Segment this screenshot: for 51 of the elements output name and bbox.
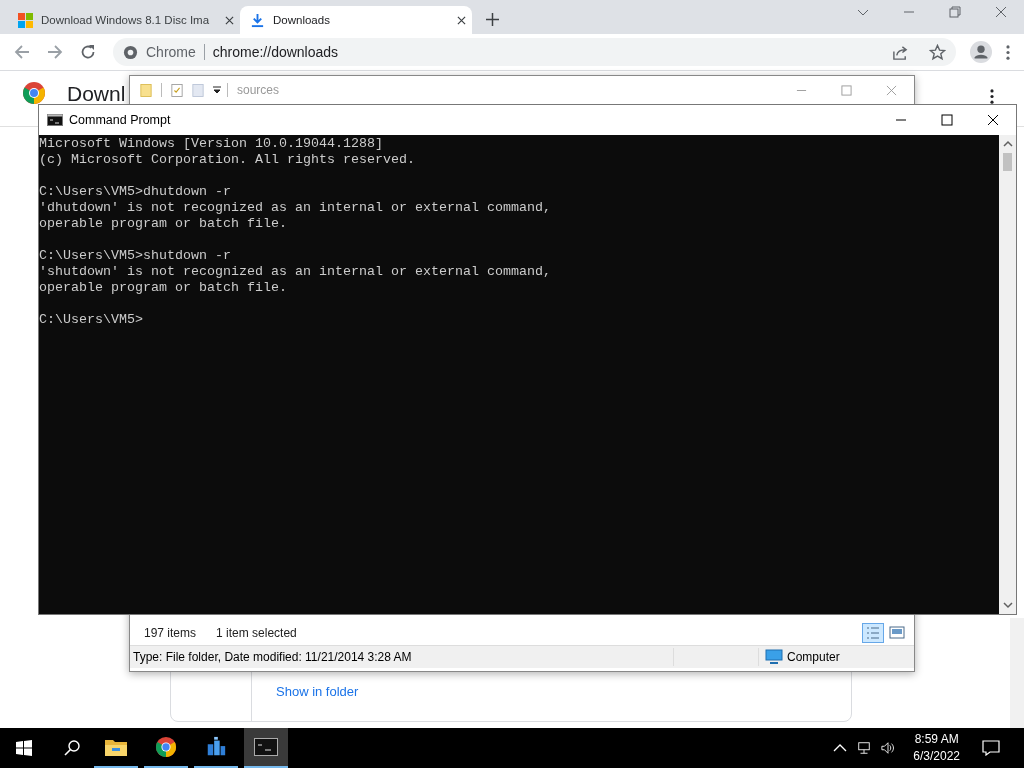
profile-icon[interactable] <box>970 41 992 63</box>
scrollbar[interactable] <box>1010 618 1024 728</box>
console-icon <box>47 114 63 126</box>
back-icon[interactable] <box>14 44 30 60</box>
status-text: Type: File folder, Date modified: 11/21/2014 3:28 AM <box>133 650 413 664</box>
close-icon[interactable] <box>987 114 999 126</box>
page-heading: Downl <box>67 83 126 105</box>
star-icon[interactable] <box>929 43 946 61</box>
show-in-folder-link[interactable]: Show in folder <box>276 684 359 699</box>
scroll-thumb[interactable] <box>1003 153 1012 171</box>
scroll-down-icon[interactable] <box>1002 601 1013 609</box>
console-line: C:\Users\VM5>dhutdown -r <box>39 184 232 200</box>
windows-logo-icon[interactable] <box>16 740 32 756</box>
reload-icon[interactable] <box>80 44 96 60</box>
item-count: 197 items <box>144 626 197 640</box>
taskbar-app[interactable] <box>244 728 288 768</box>
console-line: 'dhutdown' is not recognized as an internal or external command, <box>39 200 552 216</box>
restore-icon[interactable] <box>949 6 961 18</box>
monitor-icon <box>765 649 783 665</box>
close-icon[interactable] <box>225 15 234 25</box>
selection-count: 1 item selected <box>216 626 297 640</box>
address-bar[interactable]: Chrome chrome://downloads <box>113 38 956 66</box>
console-line: 'shutdown' is not recognized as an internal or external command, <box>39 264 552 280</box>
close-icon[interactable] <box>457 15 466 25</box>
window-title: Command Prompt <box>69 113 171 127</box>
download-icon <box>250 12 265 28</box>
console-line: Microsoft Windows [Version 10.0.19044.1288] <box>39 136 384 152</box>
notification-icon[interactable] <box>982 740 1000 756</box>
maximize-icon[interactable] <box>941 114 953 126</box>
menu-icon[interactable] <box>1006 44 1010 60</box>
scrollbar[interactable] <box>999 135 1016 614</box>
caret-icon[interactable] <box>213 86 221 94</box>
windows-logo-icon <box>18 12 33 28</box>
forward-icon[interactable] <box>47 44 63 60</box>
location-text: Computer <box>787 650 841 664</box>
console-line: C:\Users\VM5> <box>39 312 144 328</box>
console-line: C:\Users\VM5>shutdown -r <box>39 248 232 264</box>
console-line: operable program or batch file. <box>39 216 288 232</box>
search-icon[interactable] <box>64 740 80 756</box>
menu-icon[interactable] <box>990 89 994 104</box>
scroll-up-icon[interactable] <box>1002 140 1013 148</box>
browser-tab[interactable]: Download Windows 8.1 Disc Ima <box>8 6 240 34</box>
console-line: operable program or batch file. <box>39 280 288 296</box>
console-icon <box>254 736 278 758</box>
clock[interactable]: 8:59 AM 6/3/2022 <box>913 731 960 765</box>
console-line: (c) Microsoft Corporation. All rights reserved. <box>39 152 416 168</box>
volume-icon[interactable] <box>881 741 896 755</box>
new-tab-icon[interactable] <box>486 13 499 26</box>
window-title: sources <box>237 83 280 97</box>
browser-tab[interactable]: Downloads <box>240 6 472 34</box>
network-icon[interactable] <box>857 741 872 755</box>
